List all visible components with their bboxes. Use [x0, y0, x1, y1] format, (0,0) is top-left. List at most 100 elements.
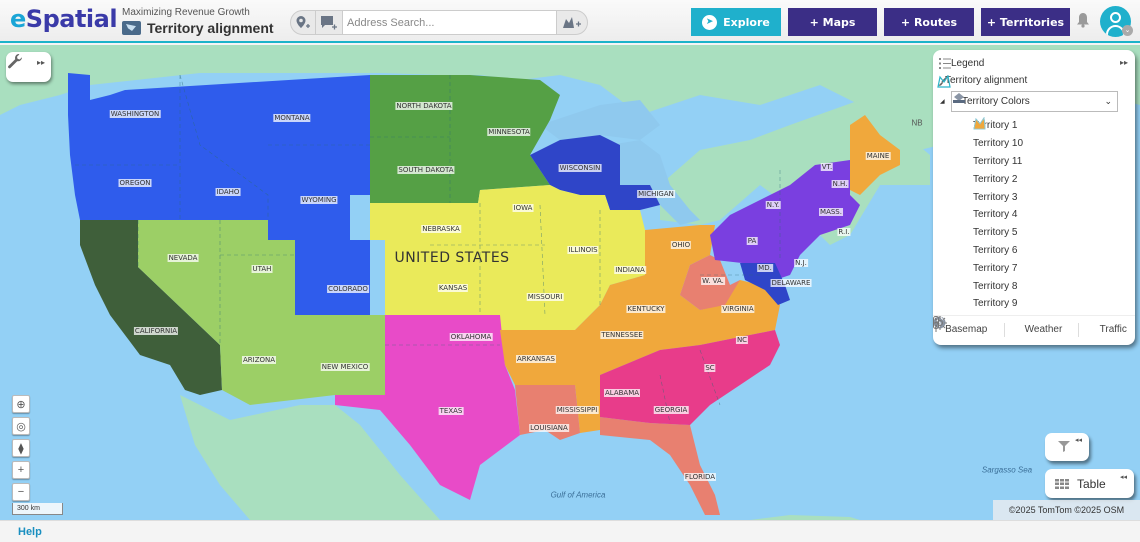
state-label: LOUISIANA — [529, 424, 569, 432]
compass-icon: ➤ — [702, 14, 718, 30]
add-maps-button[interactable]: + Maps — [788, 8, 877, 36]
state-label: MAINE — [865, 152, 891, 160]
map-title[interactable]: Territory alignment — [147, 20, 274, 36]
state-label: NC — [735, 336, 749, 344]
traffic-button[interactable]: Traffic — [933, 316, 1127, 335]
water-label-sargasso: Sargasso Sea — [981, 465, 1033, 475]
state-label: IDAHO — [215, 188, 241, 196]
state-label: OHIO — [670, 241, 692, 249]
state-label: ILLINOIS — [567, 246, 599, 254]
legend-item[interactable]: Territory 2 — [973, 117, 1023, 188]
comment-plus-icon — [321, 15, 337, 29]
lake-superior — [540, 100, 660, 140]
territory-colors-select[interactable]: Territory Colors ⌄ — [951, 91, 1118, 112]
state-label: INDIANA — [614, 266, 646, 274]
legend-panel: Legend ▸▸ Territory alignment ◢ Territor… — [933, 50, 1135, 345]
state-label: N.Y. — [765, 201, 781, 209]
zoom-area-icon: ⊕ — [16, 398, 26, 411]
legend-title: Legend — [951, 58, 985, 69]
minus-icon: − — [17, 486, 25, 498]
address-search-input[interactable] — [342, 11, 557, 34]
help-link[interactable]: Help — [18, 526, 42, 538]
plus-icon: + — [17, 464, 25, 476]
legend-layer-row[interactable]: Territory alignment — [937, 75, 1028, 88]
legend-item[interactable]: Territory 9 — [973, 117, 1023, 313]
add-territories-button[interactable]: + Territories — [981, 8, 1070, 36]
table-grid-icon — [1055, 478, 1069, 489]
legend-item[interactable]: Territory 8 — [973, 117, 1023, 295]
espatial-logo[interactable]: eSpatial — [10, 5, 118, 33]
user-menu-chevron-down-icon[interactable]: ⌄ — [1122, 25, 1133, 36]
weather-button[interactable]: Weather — [933, 316, 1063, 335]
legend-item-label: Territory 6 — [973, 244, 1018, 256]
legend-item[interactable]: Territory 10 — [973, 117, 1023, 153]
locate-button[interactable]: ◎ — [12, 417, 30, 435]
legend-header: Legend — [939, 58, 984, 69]
legend-item-label: Territory 11 — [973, 155, 1023, 167]
chevron-down-icon: ⌄ — [1104, 96, 1112, 106]
map-canvas[interactable]: WASHINGTON OREGON IDAHO MONTANA WYOMING … — [0, 45, 1140, 520]
territory-swatch-icon — [973, 117, 986, 130]
legend-item[interactable]: Territory 4 — [973, 117, 1023, 224]
state-label: MISSISSIPPI — [555, 406, 599, 414]
region-plus-icon — [563, 16, 581, 28]
legend-item[interactable]: Territory 6 — [973, 117, 1023, 260]
legend-item-label: Territory 2 — [973, 173, 1018, 185]
state-label: KENTUCKY — [626, 305, 666, 313]
legend-item[interactable]: Territory 11 — [973, 117, 1023, 171]
collapse-triangle-icon[interactable]: ◢ — [940, 98, 945, 105]
basemap-button[interactable]: Basemap — [933, 316, 988, 335]
state-label: MD. — [757, 264, 773, 272]
province-label-nb: NB — [911, 118, 923, 128]
territory-10-florida — [600, 417, 720, 515]
traffic-label: Traffic — [1099, 324, 1127, 335]
bottom-footer: Help — [0, 520, 1140, 542]
legend-item[interactable]: Territory 3 — [973, 117, 1023, 206]
select-value: Territory Colors — [962, 96, 1030, 107]
weather-label: Weather — [1024, 324, 1063, 335]
collapse-legend-icon[interactable]: ▸▸ — [1120, 58, 1128, 67]
divider — [1003, 322, 1005, 337]
zoom-to-area-button[interactable]: ⊕ — [12, 395, 30, 413]
notifications-bell-icon[interactable] — [1076, 12, 1092, 30]
state-label: N.J. — [794, 259, 808, 267]
legend-items: Territory 1 Territory 10 Territory 11 Terri… — [973, 117, 1023, 313]
legend-item-label: Territory 5 — [973, 227, 1018, 239]
state-label: TENNESSEE — [600, 331, 644, 339]
zoom-in-button[interactable]: + — [12, 461, 30, 479]
add-area-button[interactable] — [557, 11, 587, 34]
state-label: WASHINGTON — [109, 110, 161, 118]
explore-button[interactable]: ➤ Explore — [691, 8, 781, 36]
state-label: NEBRASKA — [421, 225, 461, 233]
legend-layer-name: Territory alignment — [945, 75, 1028, 86]
state-label: KANSAS — [437, 284, 469, 292]
divider — [1078, 322, 1080, 337]
state-label: OKLAHOMA — [449, 333, 493, 341]
add-comment-button[interactable] — [316, 11, 342, 34]
legend-item[interactable]: Territory 7 — [973, 117, 1023, 277]
state-label: WISCONSIN — [558, 164, 602, 172]
top-header: eSpatial Maximizing Revenue Growth Terri… — [0, 0, 1140, 43]
legend-item[interactable]: Territory 5 — [973, 117, 1023, 242]
logo-e: e — [10, 5, 26, 33]
app-root: eSpatial Maximizing Revenue Growth Terri… — [0, 0, 1140, 542]
state-label: TEXAS — [438, 407, 464, 415]
explore-label: Explore — [723, 15, 770, 29]
add-pin-button[interactable] — [291, 11, 316, 34]
state-label: DELAWARE — [770, 279, 812, 287]
state-label: WYOMING — [300, 196, 338, 204]
state-label: ARIZONA — [241, 356, 277, 364]
table-button[interactable]: Table ◂◂ — [1045, 469, 1134, 498]
state-label: NORTH DAKOTA — [395, 102, 453, 110]
state-label: VIRGINIA — [721, 305, 755, 313]
compass-north-button[interactable]: ⧫ — [12, 439, 30, 457]
add-routes-button[interactable]: + Routes — [884, 8, 974, 36]
legend-item-label: Territory 8 — [973, 280, 1018, 292]
filter-button[interactable]: ◂◂ — [1045, 433, 1089, 461]
zoom-out-button[interactable]: − — [12, 483, 30, 501]
legend-item-label: Territory 3 — [973, 191, 1018, 203]
north-arrow-icon: ⧫ — [18, 442, 24, 455]
expand-chevron-icon: ▸▸ — [36, 58, 45, 67]
tools-button[interactable]: ▸▸ — [6, 52, 51, 82]
basemap-label: Basemap — [945, 324, 988, 335]
